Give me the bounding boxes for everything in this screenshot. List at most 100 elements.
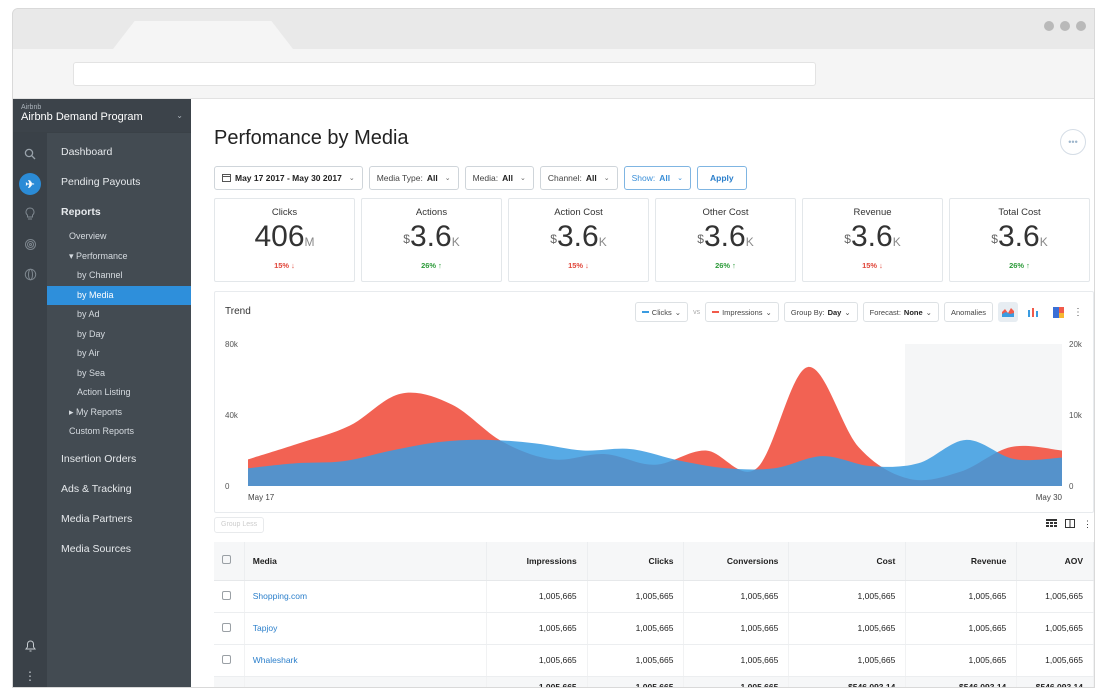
window-dot-icon[interactable] (1044, 21, 1054, 31)
row-select-cell (214, 644, 245, 677)
chevron-down-icon: ⌄ (677, 175, 684, 182)
total-cell: 1,005,665 (486, 676, 588, 687)
window-controls (1044, 21, 1086, 31)
select-all-checkbox[interactable] (222, 555, 231, 565)
column-header[interactable]: Cost (788, 542, 907, 581)
area-chart-icon[interactable] (998, 302, 1018, 322)
show-filter[interactable]: Show: All ⌄ (623, 166, 692, 190)
kpi-card[interactable]: Revenue $3.6K 15% ↓ (802, 198, 943, 282)
table-row[interactable]: Tapjoy 1,005,665 1,005,665 1,005,665 1,005,6… (214, 612, 1094, 645)
bell-icon[interactable] (13, 631, 47, 661)
column-header[interactable]: AOV (1016, 542, 1094, 581)
column-header[interactable]: Clicks (587, 542, 685, 581)
filter-label: Show: (631, 173, 656, 183)
kpi-suffix: K (598, 235, 607, 249)
sidebar-item-custom-reports[interactable]: Custom Reports (47, 422, 191, 442)
table-row[interactable]: Shopping.com 1,005,665 1,005,665 1,005,665 1… (214, 580, 1094, 613)
column-header[interactable]: Conversions (683, 542, 790, 581)
row-checkbox[interactable] (222, 590, 231, 600)
metric2-select[interactable]: Impressions ⌄ (705, 302, 779, 322)
trend-chart: 80k 40k 0 20k 10k 0 May 17 May 30 (225, 340, 1083, 502)
sidebar-item-by-sea[interactable]: by Sea (47, 364, 191, 384)
search-icon[interactable] (13, 139, 47, 169)
kpi-card[interactable]: Action Cost $3.6K 15% ↓ (508, 198, 649, 282)
org-switcher[interactable]: Airbnb Airbnb Demand Program ⌄ (13, 99, 191, 133)
date-range-picker[interactable]: May 17 2017 - May 30 2017 ⌄ (214, 166, 363, 190)
kpi-label: Other Cost (702, 207, 749, 218)
row-checkbox[interactable] (222, 654, 231, 664)
globe-icon[interactable] (13, 259, 47, 289)
table-cell: 1,005,665 (587, 580, 685, 613)
media-type-filter[interactable]: Media Type: All ⌄ (368, 166, 459, 190)
group-by-select[interactable]: Group By: Day ⌄ (783, 302, 858, 322)
sidebar-item-dashboard[interactable]: Dashboard (47, 137, 191, 167)
page-title: Perfomance by Media (214, 127, 409, 149)
kpi-card[interactable]: Total Cost $3.6K 26% ↑ (949, 198, 1090, 282)
main-content: Perfomance by Media ••• May 17 2017 - Ma… (191, 99, 1094, 687)
media-link[interactable]: Shopping.com (244, 580, 487, 613)
table-cell: 1,005,665 (486, 644, 588, 677)
browser-tab[interactable] (113, 21, 293, 49)
fingerprint-icon[interactable] (13, 229, 47, 259)
sidebar-item-media-partners[interactable]: Media Partners (47, 504, 191, 534)
table-cell: 1,005,665 (905, 580, 1018, 613)
media-link[interactable]: Whaleshark (244, 644, 487, 677)
column-header[interactable]: Revenue (905, 542, 1018, 581)
columns-icon[interactable] (1065, 519, 1075, 530)
media-filter[interactable]: Media: All ⌄ (464, 166, 534, 190)
sidebar-item-action-listing[interactable]: Action Listing (47, 383, 191, 403)
sidebar-item-by-day[interactable]: by Day (47, 325, 191, 345)
kpi-value: 3.6 (703, 220, 746, 253)
kpi-card[interactable]: Actions $3.6K 26% ↑ (361, 198, 502, 282)
forecast-select[interactable]: Forecast: None ⌄ (862, 302, 939, 322)
org-name: Airbnb Demand Program (21, 111, 143, 123)
sidebar-item-ads-tracking[interactable]: Ads & Tracking (47, 474, 191, 504)
sidebar-item-by-ad[interactable]: by Ad (47, 305, 191, 325)
table-cell: 1,005,665 (1016, 644, 1094, 677)
chevron-down-icon: ⌄ (176, 111, 183, 120)
sidebar-item-overview[interactable]: Overview (47, 227, 191, 247)
table-cell: 1,005,665 (788, 612, 907, 645)
sidebar-item-my-reports[interactable]: ▸ My Reports (47, 403, 191, 423)
chevron-down-icon: ⌄ (765, 307, 772, 317)
group-less-button[interactable]: Group Less (214, 517, 265, 533)
select-all-cell (214, 542, 245, 581)
address-bar[interactable] (73, 62, 816, 86)
grid-view-icon[interactable] (1046, 519, 1057, 530)
total-cell: $546,093.14 (905, 676, 1018, 687)
sidebar-item-by-media[interactable]: by Media (47, 285, 191, 305)
browser-window: ✈ ⋮ Airbnb Airbnb Demand Program ⌄ Dashb… (12, 8, 1095, 688)
sidebar-item-pending-payouts[interactable]: Pending Payouts (47, 167, 191, 197)
lightbulb-icon[interactable] (13, 199, 47, 229)
sidebar-item-by-air[interactable]: by Air (47, 344, 191, 364)
more-vertical-icon[interactable]: ⋮ (13, 661, 47, 687)
apply-button[interactable]: Apply (697, 166, 747, 190)
kpi-card[interactable]: Clicks 406M 15% ↓ (214, 198, 355, 282)
row-checkbox[interactable] (222, 622, 231, 632)
media-link[interactable]: Tapjoy (244, 612, 487, 645)
column-header[interactable]: Impressions (486, 542, 588, 581)
kpi-card[interactable]: Other Cost $3.6K 26% ↑ (655, 198, 796, 282)
column-header[interactable]: Media (244, 542, 487, 581)
sidebar-item-performance[interactable]: ▾ Performance (47, 247, 191, 267)
sidebar-item-insertion-orders[interactable]: Insertion Orders (47, 444, 191, 474)
window-dot-icon[interactable] (1076, 21, 1086, 31)
anomalies-button[interactable]: Anomalies (943, 302, 993, 322)
chevron-down-icon: ⌄ (603, 175, 610, 182)
sidebar-item-by-channel[interactable]: by Channel (47, 266, 191, 286)
sidebar-item-media-sources[interactable]: Media Sources (47, 534, 191, 564)
kpi-suffix: K (892, 235, 901, 249)
more-options-button[interactable]: ••• (1060, 129, 1086, 155)
kpi-value: 3.6 (997, 220, 1040, 253)
sidebar-item-reports[interactable]: Reports (47, 197, 191, 227)
bar-chart-icon[interactable] (1023, 302, 1043, 322)
table-row[interactable]: Whaleshark 1,005,665 1,005,665 1,005,665 1,0… (214, 644, 1094, 677)
channel-filter[interactable]: Channel: All ⌄ (539, 166, 618, 190)
heatmap-icon[interactable] (1048, 302, 1068, 322)
metric1-select[interactable]: Clicks ⌄ (634, 302, 689, 322)
more-vertical-icon[interactable]: ⋮ (1073, 307, 1083, 318)
more-vertical-icon[interactable]: ⋮ (1083, 519, 1092, 530)
window-dot-icon[interactable] (1060, 21, 1070, 31)
filter-label: Media Type: (376, 173, 423, 183)
brand-icon[interactable]: ✈ (13, 169, 47, 199)
